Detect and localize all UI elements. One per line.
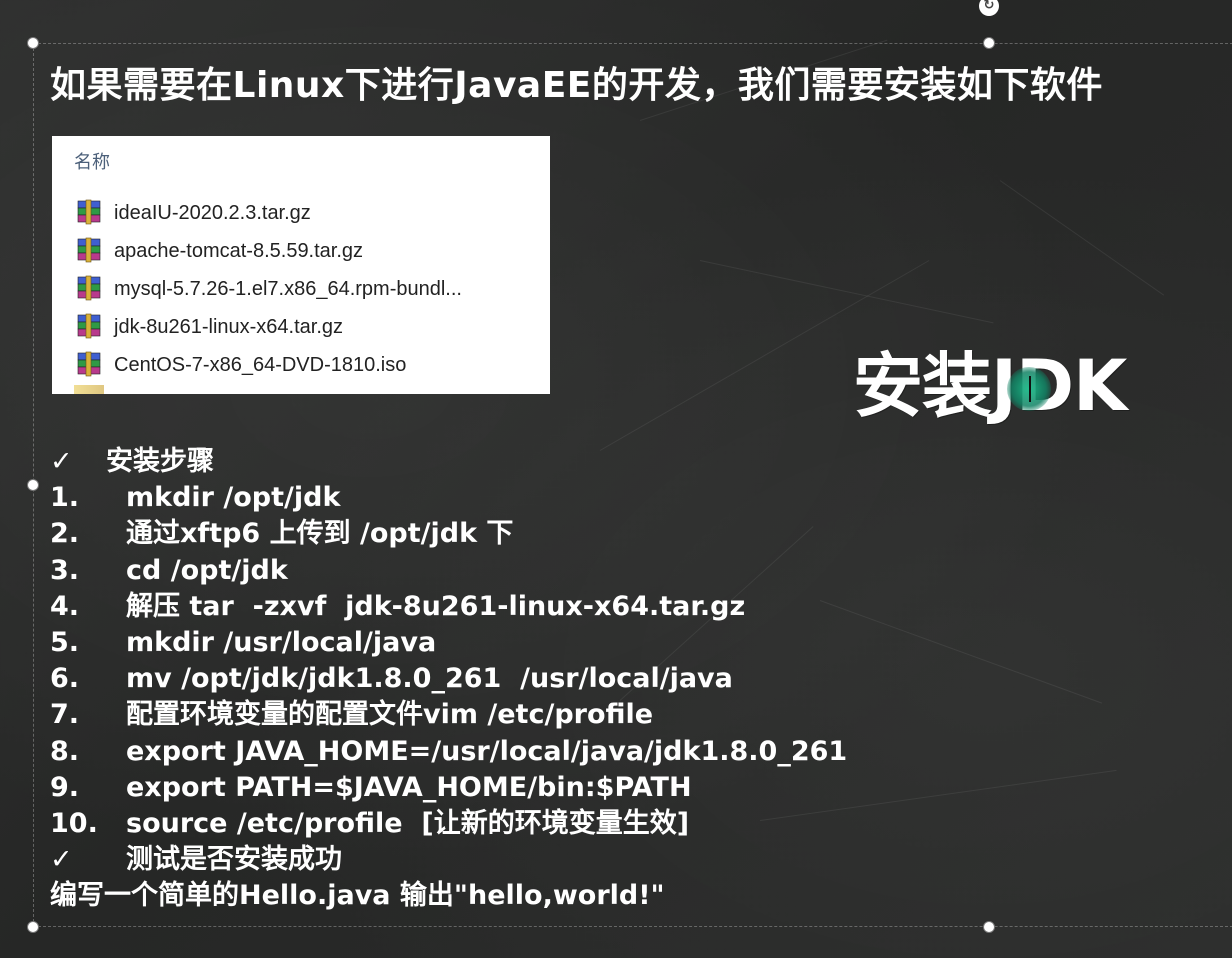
file-name: apache-tomcat-8.5.59.tar.gz — [114, 239, 364, 262]
resize-handle-bottom-left[interactable] — [27, 921, 39, 933]
check-icon: ✓ — [50, 844, 73, 876]
step-item: 5. mkdir /usr/local/java — [50, 625, 847, 661]
file-item: CentOS-7-x86_64-DVD-1810.iso — [74, 346, 462, 384]
step-item: 7. 配置环境变量的配置文件vim /etc/profile — [50, 697, 847, 733]
step-text: mv /opt/jdk/jdk1.8.0_261 /usr/local/java — [126, 663, 733, 695]
step-text: export JAVA_HOME=/usr/local/java/jdk1.8.… — [126, 735, 848, 767]
step-item: 1. mkdir /opt/jdk — [50, 480, 847, 516]
partial-file-icon — [74, 385, 104, 394]
step-item: 8. export JAVA_HOME=/usr/local/java/jdk1.… — [50, 734, 847, 770]
test-heading: 测试是否安装成功 — [126, 844, 342, 876]
text-cursor-icon — [1029, 376, 1031, 402]
file-item: ideaIU-2020.2.3.tar.gz — [74, 194, 462, 232]
step-number: 9. — [50, 771, 80, 803]
file-item: mysql-5.7.26-1.el7.x86_64.rpm-bundl... — [74, 270, 462, 308]
step-text: 通过xftp6 上传到 /opt/jdk 下 — [126, 518, 514, 550]
file-list-header-name: 名称 — [74, 152, 110, 173]
slide-title: 如果需要在Linux下进行JavaEE的开发，我们需要安装如下软件 — [50, 65, 1103, 106]
step-text: 配置环境变量的配置文件vim /etc/profile — [126, 699, 654, 731]
winrar-archive-icon — [77, 351, 101, 377]
winrar-archive-icon — [77, 237, 101, 263]
step-text: export PATH=$JAVA_HOME/bin:$PATH — [126, 771, 692, 803]
step-item: 2. 通过xftp6 上传到 /opt/jdk 下 — [50, 516, 847, 552]
step-text: source /etc/profile [让新的环境变量生效] — [126, 807, 690, 839]
section-big-title: 安装JDK — [853, 345, 1127, 427]
check-icon: ✓ — [50, 446, 73, 477]
step-number: 3. — [50, 554, 80, 586]
step-item: 3. cd /opt/jdk — [50, 553, 847, 589]
step-item: 6. mv /opt/jdk/jdk1.8.0_261 /usr/local/ja… — [50, 661, 847, 697]
file-list-panel: 名称 ideaIU-2020.2.3.tar.gz apache-tomcat-… — [52, 136, 550, 394]
step-number: 2. — [50, 518, 80, 550]
step-number: 4. — [50, 590, 80, 622]
step-text: mkdir /usr/local/java — [126, 626, 437, 658]
rotate-handle-icon[interactable]: ↻ — [979, 0, 999, 16]
resize-handle-top-left[interactable] — [27, 37, 39, 49]
step-item: 10. source /etc/profile [让新的环境变量生效] — [50, 806, 847, 842]
resize-handle-middle-left[interactable] — [27, 479, 39, 491]
test-heading-line: ✓ 测试是否安装成功 — [50, 842, 847, 878]
steps-heading-line: ✓ 安装步骤 — [50, 444, 847, 480]
step-number: 8. — [50, 735, 80, 767]
step-text: mkdir /opt/jdk — [126, 482, 341, 514]
file-list: ideaIU-2020.2.3.tar.gz apache-tomcat-8.5… — [74, 194, 462, 384]
final-line: 编写一个简单的Hello.java 输出"hello,world!" — [50, 880, 665, 912]
step-number: 7. — [50, 699, 80, 731]
file-item: apache-tomcat-8.5.59.tar.gz — [74, 232, 462, 270]
steps-heading: 安装步骤 — [106, 446, 214, 477]
winrar-archive-icon — [77, 313, 101, 339]
step-text: 解压 tar -zxvf jdk-8u261-linux-x64.tar.gz — [126, 590, 746, 622]
resize-handle-bottom-middle[interactable] — [983, 921, 995, 933]
step-number: 6. — [50, 663, 80, 695]
file-name: ideaIU-2020.2.3.tar.gz — [114, 201, 311, 224]
resize-handle-top-middle[interactable] — [983, 37, 995, 49]
file-name: CentOS-7-x86_64-DVD-1810.iso — [114, 353, 407, 376]
file-name: jdk-8u261-linux-x64.tar.gz — [114, 315, 344, 338]
step-item: 4. 解压 tar -zxvf jdk-8u261-linux-x64.tar.g… — [50, 589, 847, 625]
winrar-archive-icon — [77, 275, 101, 301]
step-number: 5. — [50, 626, 80, 658]
step-item: 9. export PATH=$JAVA_HOME/bin:$PATH — [50, 770, 847, 806]
install-steps: ✓ 安装步骤 1. mkdir /opt/jdk 2. 通过xftp6 上传到 /opt… — [50, 444, 847, 914]
step-number: 10. — [50, 807, 98, 839]
file-name: mysql-5.7.26-1.el7.x86_64.rpm-bundl... — [114, 277, 462, 300]
file-item: jdk-8u261-linux-x64.tar.gz — [74, 308, 462, 346]
step-text: cd /opt/jdk — [126, 554, 288, 586]
winrar-archive-icon — [77, 199, 101, 225]
step-number: 1. — [50, 482, 80, 514]
